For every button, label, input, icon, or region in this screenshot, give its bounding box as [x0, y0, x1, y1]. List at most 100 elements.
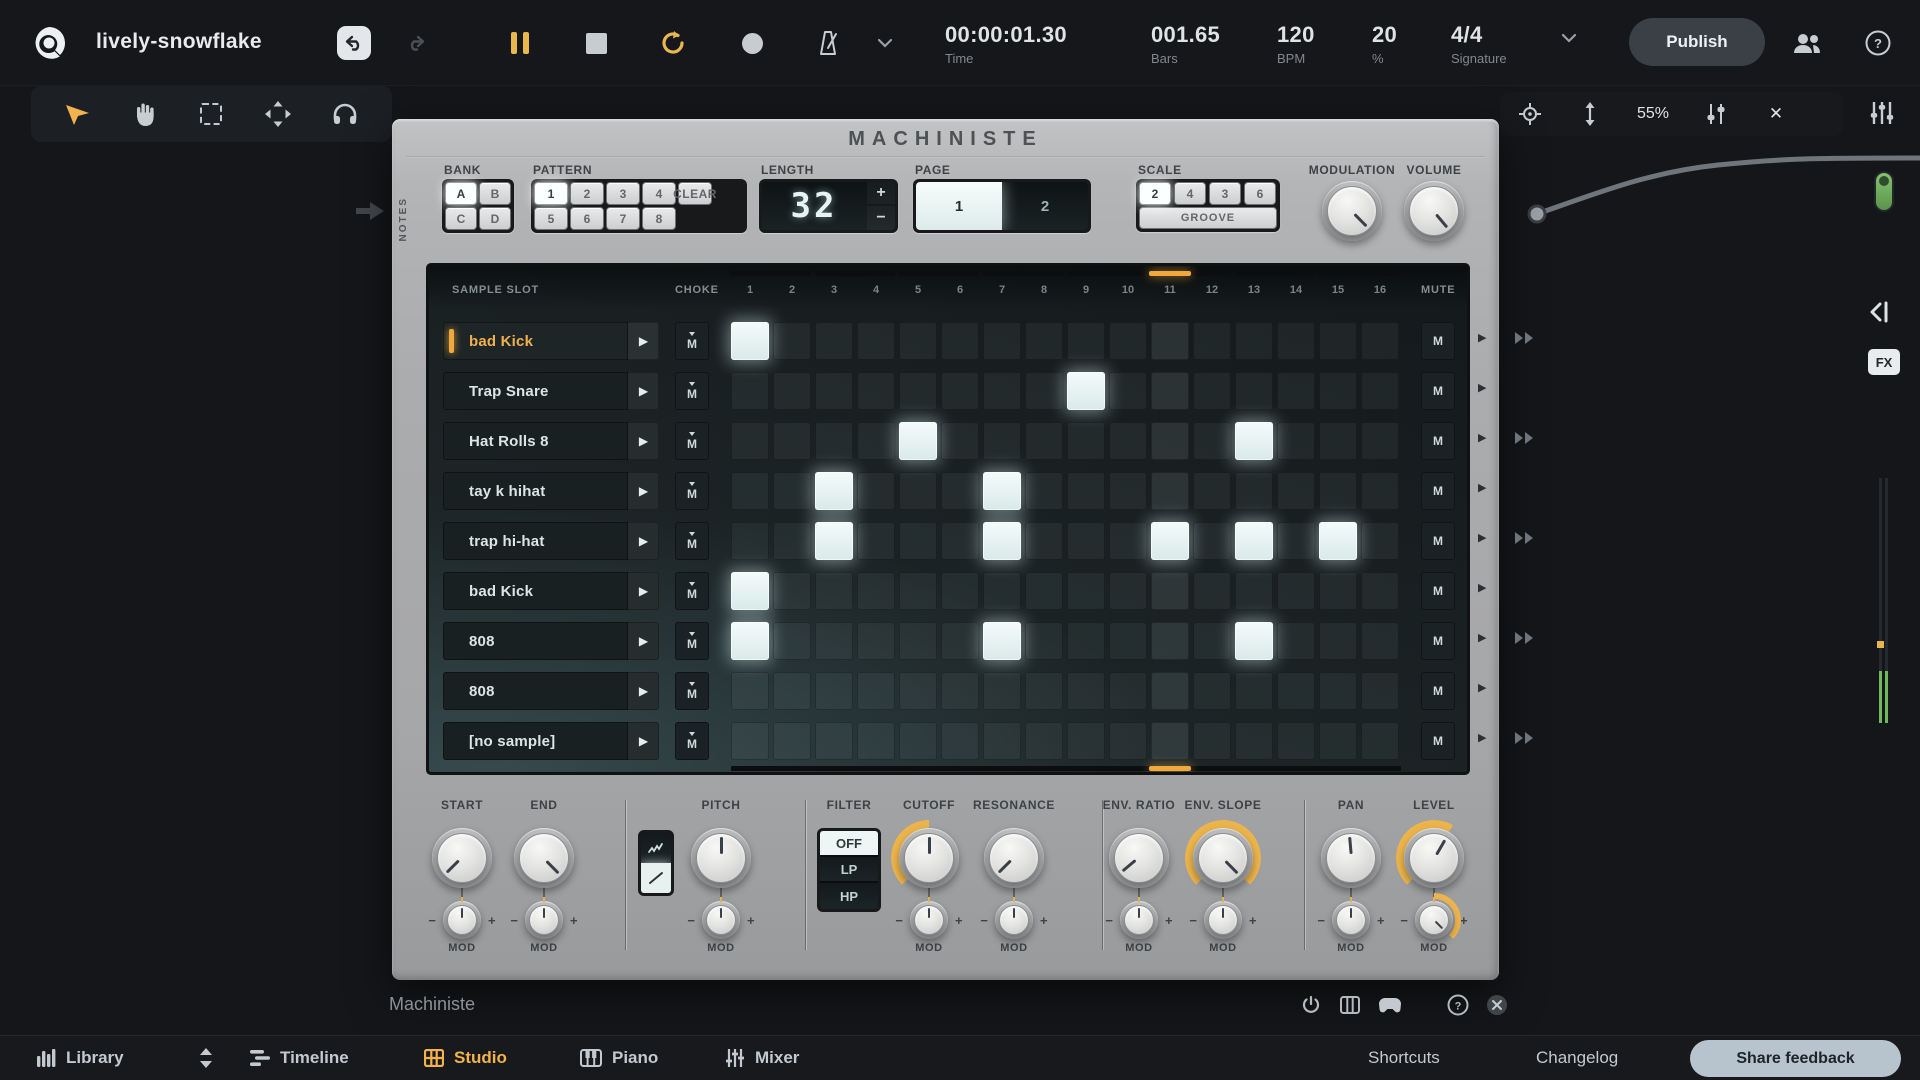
sample-play-icon[interactable]: ▶ — [627, 322, 659, 360]
close-view-icon[interactable]: ✕ — [1746, 92, 1806, 136]
step-cell-r7-c3[interactable] — [815, 622, 853, 660]
power-toggle[interactable] — [1874, 171, 1894, 212]
sample-play-icon[interactable]: ▶ — [627, 572, 659, 610]
volume-knob[interactable] — [1404, 181, 1464, 241]
modulation-knob[interactable] — [1322, 181, 1382, 241]
step-cell-r4-c5[interactable] — [899, 472, 937, 510]
step-cell-r9-c14[interactable] — [1277, 722, 1315, 760]
step-cell-r6-c15[interactable] — [1319, 572, 1357, 610]
step-cell-r1-c11[interactable] — [1151, 322, 1189, 360]
pitch-glide-option[interactable] — [641, 863, 671, 893]
choke-button[interactable]: M — [675, 472, 709, 510]
mute-button[interactable]: M — [1421, 572, 1455, 610]
device-help-icon[interactable]: ? — [1445, 992, 1471, 1018]
step-cell-r4-c11[interactable] — [1151, 472, 1189, 510]
step-cell-r6-c6[interactable] — [941, 572, 979, 610]
step-cell-r2-c14[interactable] — [1277, 372, 1315, 410]
step-cell-r3-c12[interactable] — [1193, 422, 1231, 460]
pause-button[interactable] — [503, 26, 537, 60]
step-cell-r3-c5[interactable] — [899, 422, 937, 460]
step-cell-r9-c15[interactable] — [1319, 722, 1357, 760]
step-cell-r9-c12[interactable] — [1193, 722, 1231, 760]
step-cell-r8-c1[interactable] — [731, 672, 769, 710]
page-2-button[interactable]: 2 — [1002, 182, 1088, 230]
step-cell-r1-c7[interactable] — [983, 322, 1021, 360]
step-cell-r9-c9[interactable] — [1067, 722, 1105, 760]
step-cell-r5-c12[interactable] — [1193, 522, 1231, 560]
step-cell-r9-c13[interactable] — [1235, 722, 1273, 760]
step-cell-r6-c10[interactable] — [1109, 572, 1147, 610]
step-cell-r8-c11[interactable] — [1151, 672, 1189, 710]
step-cell-r2-c3[interactable] — [815, 372, 853, 410]
step-cell-r5-c8[interactable] — [1025, 522, 1063, 560]
step-cell-r2-c9[interactable] — [1067, 372, 1105, 410]
step-cell-r8-c14[interactable] — [1277, 672, 1315, 710]
scale-key-3[interactable]: 3 — [1209, 182, 1241, 205]
step-cell-r5-c14[interactable] — [1277, 522, 1315, 560]
step-cell-r3-c6[interactable] — [941, 422, 979, 460]
step-cell-r1-c15[interactable] — [1319, 322, 1357, 360]
step-cell-r6-c14[interactable] — [1277, 572, 1315, 610]
bank-key-d[interactable]: D — [479, 207, 511, 230]
step-cell-r6-c16[interactable] — [1361, 572, 1399, 610]
mute-button[interactable]: M — [1421, 522, 1455, 560]
step-cell-r3-c13[interactable] — [1235, 422, 1273, 460]
step-cell-r9-c3[interactable] — [815, 722, 853, 760]
start-knob[interactable] — [432, 828, 492, 888]
pattern-key-4[interactable]: 4 — [642, 182, 676, 205]
step-cell-r4-c2[interactable] — [773, 472, 811, 510]
step-cell-r6-c5[interactable] — [899, 572, 937, 610]
help-icon[interactable]: ? — [1861, 26, 1895, 60]
step-cell-r6-c11[interactable] — [1151, 572, 1189, 610]
cable-connector-dot[interactable] — [1529, 206, 1545, 222]
step-cell-r4-c16[interactable] — [1361, 472, 1399, 510]
step-cell-r5-c13[interactable] — [1235, 522, 1273, 560]
sample-slot-button[interactable]: trap hi-hat▶ — [443, 522, 659, 560]
pan-knob[interactable] — [1321, 828, 1381, 888]
pan-mod-knob[interactable] — [1332, 901, 1370, 939]
nav-timeline[interactable]: Timeline — [250, 1048, 349, 1068]
step-cell-r6-c3[interactable] — [815, 572, 853, 610]
row-route-arrow-icon[interactable] — [1514, 530, 1536, 546]
start-mod-knob[interactable] — [443, 901, 481, 939]
pattern-key-1[interactable]: 1 — [534, 182, 568, 205]
sample-slot-button[interactable]: bad Kick▶ — [443, 572, 659, 610]
length-increase-button[interactable]: + — [867, 182, 895, 206]
step-cell-r7-c12[interactable] — [1193, 622, 1231, 660]
choke-button[interactable]: M — [675, 522, 709, 560]
notes-input-connector-icon[interactable] — [356, 200, 390, 222]
step-cell-r4-c10[interactable] — [1109, 472, 1147, 510]
choke-button[interactable]: M — [675, 322, 709, 360]
pattern-key-7[interactable]: 7 — [606, 207, 640, 230]
step-cell-r1-c9[interactable] — [1067, 322, 1105, 360]
step-cell-r6-c1[interactable] — [731, 572, 769, 610]
step-cell-r2-c1[interactable] — [731, 372, 769, 410]
step-cell-r1-c1[interactable] — [731, 322, 769, 360]
sample-play-icon[interactable]: ▶ — [627, 622, 659, 660]
step-cell-r3-c9[interactable] — [1067, 422, 1105, 460]
mute-button[interactable]: M — [1421, 422, 1455, 460]
resonance-mod-knob[interactable] — [995, 901, 1033, 939]
device-controller-icon[interactable] — [1377, 992, 1403, 1018]
loop-button[interactable] — [656, 26, 690, 60]
step-cell-r8-c10[interactable] — [1109, 672, 1147, 710]
step-cell-r7-c9[interactable] — [1067, 622, 1105, 660]
share-feedback-button[interactable]: Share feedback — [1690, 1040, 1901, 1077]
step-cell-r1-c16[interactable] — [1361, 322, 1399, 360]
step-cell-r5-c6[interactable] — [941, 522, 979, 560]
step-cell-r5-c7[interactable] — [983, 522, 1021, 560]
step-cell-r9-c10[interactable] — [1109, 722, 1147, 760]
step-cell-r2-c16[interactable] — [1361, 372, 1399, 410]
device-power-icon[interactable] — [1298, 992, 1324, 1018]
step-cell-r1-c10[interactable] — [1109, 322, 1147, 360]
step-cell-r5-c4[interactable] — [857, 522, 895, 560]
sample-slot-button[interactable]: [no sample]▶ — [443, 722, 659, 760]
filter-option-lp[interactable]: LP — [820, 857, 878, 883]
sample-slot-button[interactable]: tay k hihat▶ — [443, 472, 659, 510]
step-cell-r6-c8[interactable] — [1025, 572, 1063, 610]
step-cell-r7-c16[interactable] — [1361, 622, 1399, 660]
step-cell-r2-c11[interactable] — [1151, 372, 1189, 410]
step-cell-r9-c8[interactable] — [1025, 722, 1063, 760]
bpm-display[interactable]: 120 BPM — [1277, 22, 1315, 66]
step-cell-r4-c4[interactable] — [857, 472, 895, 510]
